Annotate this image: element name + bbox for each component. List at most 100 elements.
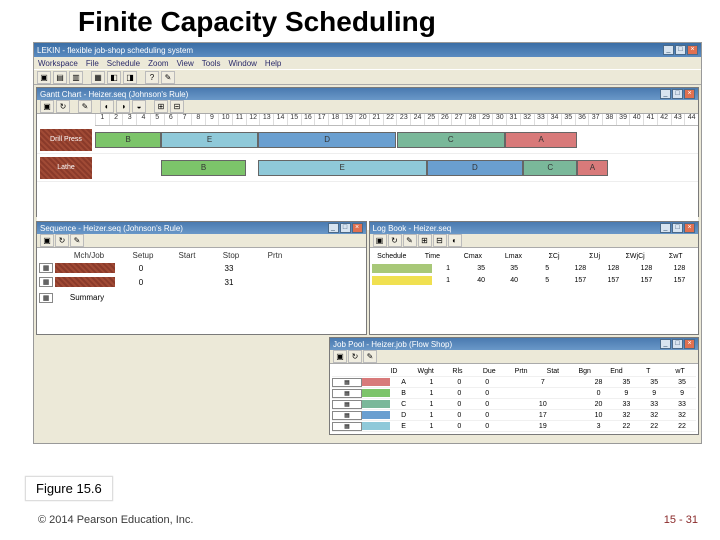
toolbar-button[interactable]: ◨ (123, 71, 137, 84)
gantt-bar[interactable]: C (397, 132, 506, 148)
job-cell: 9 (612, 390, 640, 397)
job-cell: 9 (640, 390, 668, 397)
maximize-button[interactable]: □ (672, 339, 683, 349)
job-cell: 0 (473, 401, 501, 408)
toolbar-button[interactable]: ▣ (333, 350, 347, 363)
job-cell: 32 (668, 412, 696, 419)
ruler-tick: 25 (424, 114, 438, 125)
menu-item[interactable]: View (177, 59, 194, 68)
maximize-button[interactable]: □ (675, 45, 686, 55)
toolbar-button[interactable]: ⊟ (433, 234, 447, 247)
toolbar-button[interactable]: ✎ (70, 234, 84, 247)
minimize-button[interactable]: _ (328, 223, 339, 233)
toolbar-button[interactable]: ◐ (448, 234, 462, 247)
minimize-button[interactable]: _ (660, 339, 671, 349)
close-button[interactable]: × (684, 89, 695, 99)
gantt-bar[interactable]: D (258, 132, 397, 148)
menu-item[interactable]: Schedule (107, 59, 140, 68)
row-icon[interactable]: ▦ (332, 411, 362, 420)
log-cell: 128 (630, 265, 663, 272)
toolbar-button[interactable]: ▦ (91, 71, 105, 84)
job-row[interactable]: ▦C1001020333333 (332, 399, 696, 410)
ruler-tick: 39 (616, 114, 630, 125)
job-cell: 1 (418, 379, 446, 386)
toolbar-button[interactable]: ◐ (100, 100, 114, 113)
job-col: End (601, 368, 633, 375)
log-row[interactable]: 140405157157157157 (372, 274, 697, 286)
row-icon[interactable]: ▦ (332, 389, 362, 398)
log-row[interactable]: 135355128128128128 (372, 262, 697, 274)
menu-item[interactable]: Workspace (38, 59, 78, 68)
window-buttons: _ □ × (663, 45, 698, 55)
sequence-row[interactable]: ▦031 (39, 275, 364, 289)
summary-icon[interactable]: ▦ (39, 293, 53, 303)
toolbar-button[interactable]: ▣ (37, 71, 51, 84)
maximize-button[interactable]: □ (672, 223, 683, 233)
job-row[interactable]: ▦A100728353535 (332, 377, 696, 388)
toolbar-button[interactable]: ▣ (40, 234, 54, 247)
row-icon[interactable]: ▦ (39, 277, 53, 287)
minimize-button[interactable]: _ (660, 223, 671, 233)
close-button[interactable]: × (684, 339, 695, 349)
minimize-button[interactable]: _ (660, 89, 671, 99)
toolbar-button[interactable]: ▣ (40, 100, 54, 113)
gantt-bar[interactable]: B (161, 160, 245, 176)
job-cell: 35 (668, 379, 696, 386)
toolbar-button[interactable]: ⊞ (154, 100, 168, 113)
toolbar-button[interactable]: ✎ (363, 350, 377, 363)
gantt-bar[interactable]: E (258, 160, 427, 176)
maximize-button[interactable]: □ (340, 223, 351, 233)
job-row[interactable]: ▦D1001710323232 (332, 410, 696, 421)
job-swatch (362, 389, 390, 397)
gantt-bar[interactable]: D (427, 160, 523, 176)
toolbar-button[interactable]: ✎ (78, 100, 92, 113)
toolbar-button[interactable]: ↻ (56, 100, 70, 113)
toolbar-button[interactable]: ⊞ (418, 234, 432, 247)
gantt-bar[interactable]: A (577, 160, 607, 176)
toolbar-button[interactable]: ↻ (348, 350, 362, 363)
menu-item[interactable]: Help (265, 59, 281, 68)
gantt-bar[interactable]: B (95, 132, 161, 148)
close-button[interactable]: × (684, 223, 695, 233)
ruler-tick: 17 (314, 114, 328, 125)
toolbar-button[interactable]: ✎ (403, 234, 417, 247)
job-cell: 10 (585, 412, 613, 419)
menu-item[interactable]: Zoom (148, 59, 168, 68)
minimize-button[interactable]: _ (663, 45, 674, 55)
row-icon[interactable]: ▦ (332, 422, 362, 431)
menu-item[interactable]: Tools (202, 59, 221, 68)
job-id: E (390, 423, 418, 430)
toolbar-button[interactable]: ✎ (161, 71, 175, 84)
menu-item[interactable]: File (86, 59, 99, 68)
menubar: Workspace File Schedule Zoom View Tools Window… (34, 57, 701, 69)
jobpool-title: Job Pool - Heizer.job (Flow Shop) (333, 340, 660, 349)
gantt-bar[interactable]: E (161, 132, 257, 148)
job-row[interactable]: ▦E100193222222 (332, 421, 696, 432)
row-icon[interactable]: ▦ (332, 378, 362, 387)
close-button[interactable]: × (687, 45, 698, 55)
toolbar-button[interactable]: ⊟ (170, 100, 184, 113)
sequence-row[interactable]: ▦033 (39, 261, 364, 275)
job-col: wT (664, 368, 696, 375)
toolbar-button[interactable]: ◑ (116, 100, 130, 113)
toolbar-button[interactable]: ▣ (373, 234, 387, 247)
job-row[interactable]: ▦B1000999 (332, 388, 696, 399)
job-cell: 0 (445, 423, 473, 430)
toolbar-button[interactable]: ↻ (55, 234, 69, 247)
toolbar-button[interactable]: ▤ (53, 71, 67, 84)
gantt-bar[interactable]: C (523, 160, 577, 176)
log-cell: 128 (564, 265, 597, 272)
maximize-button[interactable]: □ (672, 89, 683, 99)
row-icon[interactable]: ▦ (39, 263, 53, 273)
close-button[interactable]: × (352, 223, 363, 233)
toolbar-button[interactable]: ↻ (388, 234, 402, 247)
menu-item[interactable]: Window (228, 59, 256, 68)
ruler-tick: 44 (684, 114, 698, 125)
gantt-bar[interactable]: A (505, 132, 577, 148)
toolbar-button[interactable]: ? (145, 71, 159, 84)
toolbar-button[interactable]: ▥ (69, 71, 83, 84)
toolbar-button[interactable]: ◧ (107, 71, 121, 84)
toolbar-button[interactable]: ◒ (132, 100, 146, 113)
row-icon[interactable]: ▦ (332, 400, 362, 409)
ruler-tick: 38 (602, 114, 616, 125)
